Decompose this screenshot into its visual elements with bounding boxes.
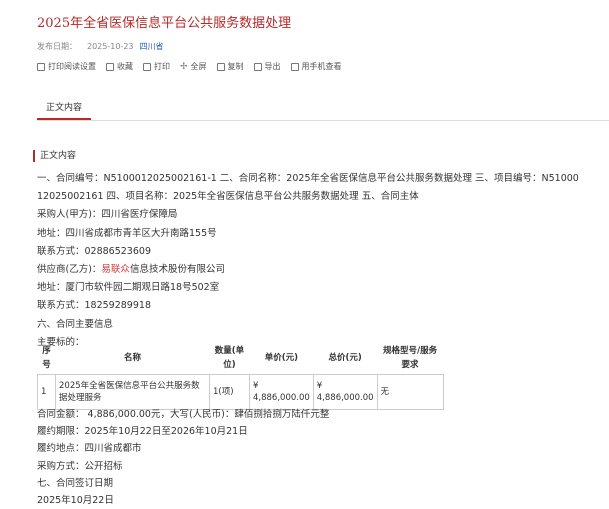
date-label: 发布日期： <box>37 42 77 51</box>
star-icon <box>106 62 114 71</box>
mobile-view-button[interactable]: 用手机查看 <box>290 61 342 72</box>
copy-label: 复制 <box>227 62 244 71</box>
col-total-header: 总价(元) <box>328 353 362 363</box>
supplier-prefix: 供应商(乙方)： <box>37 264 102 276</box>
buyer-name: 采购人(甲方)：四川省医疗保障局 <box>37 209 178 221</box>
col-no-header: 序号 <box>42 346 51 370</box>
toolbar: 打印阅读设置 收藏 打印 ✢ 全屏 复制 导出 用手机查看 <box>37 61 342 72</box>
cell-total: ¥ 4,886,000.00 <box>312 374 378 410</box>
favorite-label: 收藏 <box>117 62 133 71</box>
supplier-phone: 联系方式：18259289918 <box>37 300 151 312</box>
page: 2025年全省医保信息平台公共服务数据处理 发布日期： 2025-10-23 四川省… <box>0 0 609 506</box>
source-link[interactable]: 四川省 <box>140 42 164 51</box>
favorite-button[interactable]: 收藏 <box>106 61 133 72</box>
supplier-highlight: 易联众 <box>101 264 130 276</box>
goods-table: 序号 名称 数量(单位) 单价(元) 总价(元) 规格型号/服务要求 1 202… <box>37 342 444 410</box>
print-label: 打印 <box>154 62 170 71</box>
section-7-title: 七、合同签订日期 <box>37 477 114 489</box>
cell-name: 2025年全省医保信息平台公共服务数据处理服务 <box>55 374 210 410</box>
phone-icon <box>290 62 299 71</box>
col-qty-header: 数量(单位) <box>214 346 245 370</box>
performance-location: 履约地点：四川省成都市 <box>37 443 142 455</box>
announcement-body: 一、合同编号：N5100012025002161-1 二、合同名称：2025年全… <box>37 170 579 352</box>
copy-button[interactable]: 复制 <box>216 61 244 72</box>
meta-row: 发布日期： 2025-10-23 四川省 <box>37 41 164 52</box>
fullscreen-icon: ✢ <box>180 61 188 72</box>
procurement-method: 采购方式：公开招标 <box>37 460 123 472</box>
fullscreen-label: 全屏 <box>190 62 207 71</box>
cell-qty: 1(项) <box>209 374 250 410</box>
export-button[interactable]: 导出 <box>253 61 281 72</box>
cell-unit-price: ¥ 4,886,000.00 <box>249 374 314 410</box>
copy-icon <box>216 62 225 71</box>
supplier-address: 地址：厦门市软件园二期观日路18号502室 <box>37 282 220 294</box>
contract-info-line-1: 一、合同编号：N5100012025002161-1 二、合同名称：2025年全… <box>37 173 579 184</box>
section-heading: 正文内容 <box>33 150 76 162</box>
cell-no: 1 <box>37 374 56 410</box>
tab-bar: 正文内容 <box>37 98 609 121</box>
print-icon <box>143 62 151 71</box>
col-spec-header: 规格型号/服务要求 <box>382 346 438 370</box>
col-name-header: 名称 <box>123 353 141 363</box>
buyer-phone: 联系方式：02886523609 <box>37 245 151 257</box>
contract-summary: 合同金额： 4,886,000.00元，大写(人民币)：肆佰捌拾捌万陆仟元整 履… <box>37 406 329 509</box>
contract-info-line-2: 12025002161 四、项目名称：2025年全省医保信息平台公共服务数据处理… <box>37 191 419 203</box>
page-title: 2025年全省医保信息平台公共服务数据处理 <box>37 16 292 31</box>
performance-period: 履约期限：2025年10月22日至2026年10月21日 <box>37 426 248 438</box>
export-icon <box>253 62 262 71</box>
print-settings-label: 打印阅读设置 <box>48 62 96 71</box>
publish-date: 2025-10-23 <box>87 42 134 51</box>
contract-amount: 合同金额： 4,886,000.00元，大写(人民币)：肆佰捌拾捌万陆仟元整 <box>37 409 330 420</box>
settings-icon <box>37 62 45 71</box>
signing-date: 2025年10月22日 <box>37 495 114 507</box>
mobile-view-label: 用手机查看 <box>301 62 342 71</box>
buyer-address: 地址：四川省成都市青羊区大升南路155号 <box>37 227 217 239</box>
fullscreen-button[interactable]: ✢ 全屏 <box>180 61 207 72</box>
tab-main-content[interactable]: 正文内容 <box>37 98 92 120</box>
supplier-suffix: 信息技术股份有限公司 <box>129 264 225 276</box>
table-header-row: 序号 名称 数量(单位) 单价(元) 总价(元) 规格型号/服务要求 <box>38 342 444 375</box>
export-label: 导出 <box>264 62 281 71</box>
cell-spec: 无 <box>376 374 444 410</box>
print-settings-button[interactable]: 打印阅读设置 <box>37 61 96 72</box>
section-6-title: 六、合同主要信息 <box>37 318 114 330</box>
print-button[interactable]: 打印 <box>143 61 170 72</box>
table-row: 1 2025年全省医保信息平台公共服务数据处理服务 1(项) ¥ 4,886,0… <box>37 374 444 410</box>
supplier-name: 供应商(乙方)：易联众信息技术股份有限公司 <box>37 261 577 279</box>
col-unit-price-header: 单价(元) <box>264 353 299 363</box>
